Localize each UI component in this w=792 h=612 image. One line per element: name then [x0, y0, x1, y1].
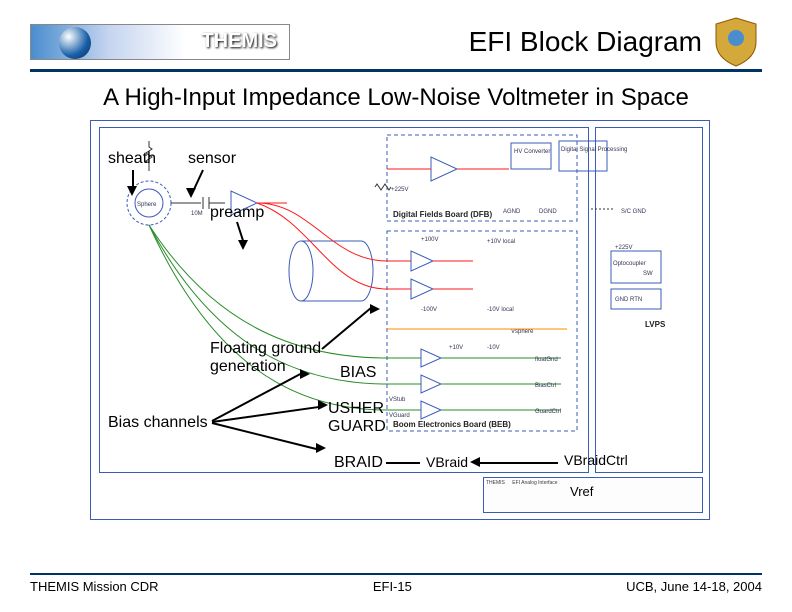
footer-center: EFI-15 [373, 579, 412, 594]
ann-sheath: sheath [108, 150, 156, 168]
slide-footer: THEMIS Mission CDR EFI-15 UCB, June 14-1… [30, 573, 762, 594]
dsp-label: Digital Signal Processing [561, 147, 627, 153]
ann-sensor: sensor [188, 150, 236, 168]
n100-label: -100V [421, 307, 437, 313]
ann-vbraidctrl: VBraidCtrl [564, 452, 628, 468]
sphere-label: Sphere [137, 202, 157, 208]
p10v-label: +10V [449, 345, 463, 351]
ann-vbraid: VBraid [426, 454, 468, 470]
arrow-bc1-head [300, 369, 310, 379]
logo-text: THEMIS [201, 30, 277, 53]
svg-text:10M: 10M [191, 211, 203, 217]
arrow-fg-head [370, 304, 380, 314]
lvps-label: LVPS [645, 320, 666, 329]
ann-bias-channels: Bias channels [108, 414, 208, 432]
arrow-preamp-head [238, 240, 248, 250]
arrow-vbraid-head [470, 457, 480, 467]
beb-label: Boom Electronics Board (BEB) [393, 420, 511, 429]
guardctrl-label: GuardCtrl [535, 409, 561, 415]
arrow-vbraid-line [478, 462, 558, 464]
arrow-sheath-head [127, 186, 137, 196]
ann-bias: BIAS [340, 364, 376, 382]
n10v-label: -10V [487, 345, 500, 351]
p225-label: +225V [615, 245, 633, 251]
scgnd-label: S/C GND [621, 209, 647, 215]
dfb-label: Digital Fields Board (DFB) [393, 210, 492, 219]
arrow-bc2-head [318, 400, 328, 410]
agnd-label: AGND [503, 209, 521, 215]
hv-label: HV Converter [514, 149, 550, 155]
themis-logo: THEMIS [30, 24, 290, 60]
biasctrl-label: BiasCtrl [535, 383, 556, 389]
floatgnd-label: floatGnd [535, 357, 558, 363]
footer-left: THEMIS Mission CDR [30, 579, 159, 594]
ann-preamp: preamp [210, 204, 264, 222]
slide-subtitle: A High-Input Impedance Low-Noise Voltmet… [0, 84, 792, 112]
arrow-sensor-head [186, 188, 196, 198]
ann-braid: BRAID [334, 454, 383, 472]
n10vl-label: -10V local [487, 307, 514, 313]
opto-label: Optocoupler [613, 261, 646, 267]
ann-usher-guard: USHER GUARD [328, 400, 386, 436]
vguard-label: VGuard [389, 413, 410, 419]
slide-title: EFI Block Diagram [469, 26, 710, 58]
vstub-label: VStub [389, 397, 406, 403]
arrow-braid-line [386, 462, 420, 464]
slide-header: THEMIS EFI Block Diagram [30, 14, 762, 72]
footer-right: UCB, June 14-18, 2004 [626, 579, 762, 594]
arrow-bc3-head [316, 443, 326, 453]
gndrtn-label: GND RTN [615, 297, 642, 303]
shield-icon [710, 16, 762, 68]
dgnd-label: DGND [539, 209, 557, 215]
svg-text:+225V: +225V [391, 187, 409, 193]
svg-text:SW: SW [643, 271, 653, 277]
p10vl-label: +10V local [487, 239, 515, 245]
vsphere-label: Vsphere [511, 329, 534, 335]
p100-label: +100V [421, 237, 439, 243]
ann-vref: Vref [570, 484, 593, 499]
